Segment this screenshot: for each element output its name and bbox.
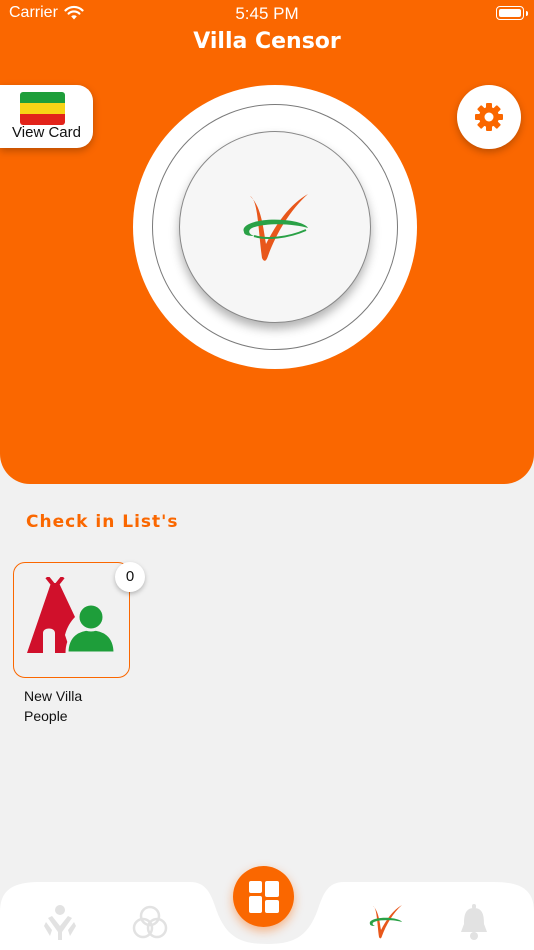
nav-rings[interactable] — [128, 902, 172, 946]
nav-villa-logo[interactable] — [364, 902, 408, 946]
new-villa-people-tile[interactable] — [13, 562, 130, 678]
settings-button[interactable] — [457, 85, 521, 149]
page-title: Villa Censor — [193, 29, 341, 54]
gear-icon — [475, 103, 503, 131]
dashboard-fab-button[interactable] — [233, 866, 294, 927]
villa-v-logo-icon — [369, 905, 402, 939]
logo-scan-button[interactable] — [179, 131, 371, 323]
tile-label: New Villa People — [24, 688, 83, 724]
nav-people[interactable] — [38, 902, 82, 946]
card-flag-icon — [20, 92, 65, 125]
status-bar: Carrier 5:45 PM — [0, 0, 534, 30]
tent-person-icon — [27, 577, 117, 655]
people-icon — [44, 905, 76, 940]
view-card-button[interactable]: View Card — [0, 85, 93, 148]
clock: 5:45 PM — [235, 4, 299, 23]
rings-icon — [132, 905, 168, 939]
villa-v-logo-icon — [243, 194, 308, 261]
dashboard-grid-icon — [249, 881, 279, 913]
tile-count-badge: 0 — [115, 562, 145, 592]
nav-notifications[interactable] — [452, 902, 496, 946]
battery-icon — [496, 6, 528, 20]
view-card-label: View Card — [12, 124, 81, 141]
checkin-section-title: Check in List's — [26, 512, 179, 532]
bell-icon — [461, 904, 487, 940]
